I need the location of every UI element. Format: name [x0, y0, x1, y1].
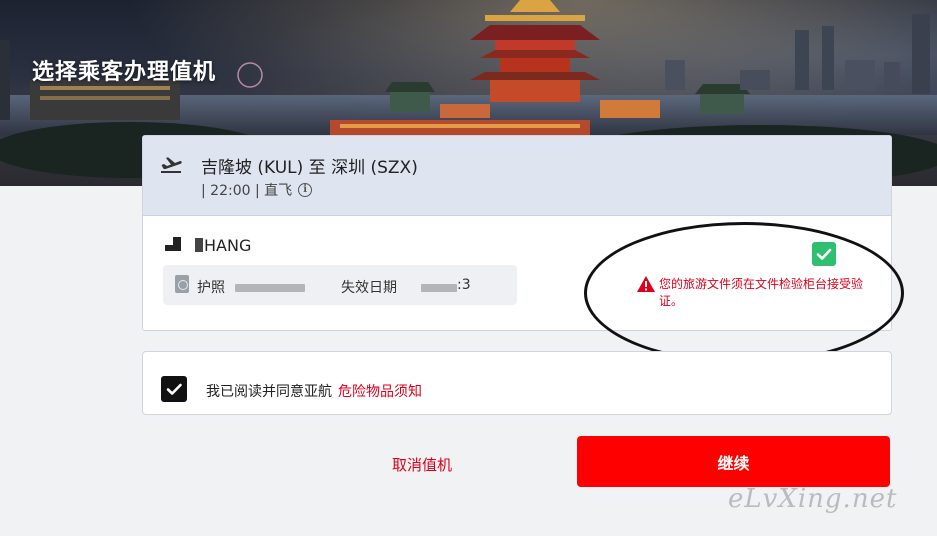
- passenger-icon: [165, 237, 181, 251]
- plane-departure-icon: [161, 157, 182, 173]
- watermark: eLvXing.net: [728, 484, 898, 514]
- passport-icon: [175, 275, 189, 293]
- flight-card: 吉隆坡 (KUL) 至 深圳 (SZX) | 22:00 | 直飞 i HANG…: [142, 135, 892, 331]
- name-redaction: [195, 238, 203, 252]
- check-icon: [816, 248, 832, 260]
- agreement-text: 我已阅读并同意亚航 危险物品须知: [206, 384, 422, 400]
- check-icon: [166, 383, 182, 395]
- warning-text: 您的旅游文件须在文件检验柜台接受验证。: [659, 277, 864, 308]
- passport-label: 护照: [197, 280, 225, 296]
- warning-icon: [637, 276, 655, 292]
- agreement-checkbox[interactable]: [161, 376, 187, 402]
- flight-header: 吉隆坡 (KUL) 至 深圳 (SZX) | 22:00 | 直飞 i: [143, 136, 891, 216]
- expiry-date-redaction: [421, 284, 457, 292]
- flight-route: 吉隆坡 (KUL) 至 深圳 (SZX): [201, 158, 418, 178]
- dangerous-goods-link[interactable]: 危险物品须知: [338, 384, 422, 400]
- agreement-card: 我已阅读并同意亚航 危险物品须知: [142, 351, 892, 415]
- travel-document-box: 护照 失效日期 :3: [163, 265, 517, 305]
- info-icon[interactable]: i: [298, 183, 313, 197]
- flight-details: | 22:00 | 直飞 i: [201, 180, 313, 200]
- document-warning: 您的旅游文件须在文件检验柜台接受验证。: [637, 276, 877, 310]
- passenger-name: HANG: [195, 236, 251, 255]
- expiry-label: 失效日期: [341, 280, 397, 296]
- continue-button[interactable]: 继续: [577, 436, 890, 487]
- flight-time-type: | 22:00 | 直飞: [201, 183, 293, 199]
- passenger-selected-checkbox[interactable]: [812, 242, 836, 266]
- expiry-date-suffix: :3: [457, 277, 471, 293]
- cancel-checkin-link[interactable]: 取消值机: [362, 454, 482, 475]
- passport-number-redaction: [235, 284, 305, 292]
- page-title: 选择乘客办理值机: [32, 60, 217, 85]
